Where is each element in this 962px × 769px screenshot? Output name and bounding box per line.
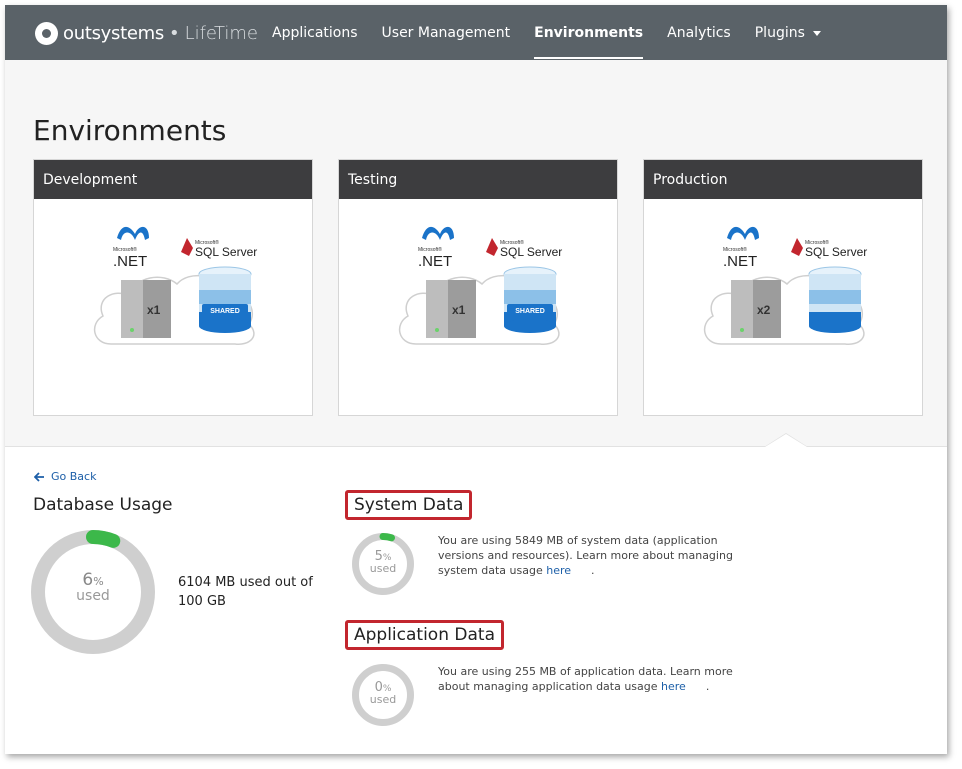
application-data-used-label: used [369,693,397,706]
go-back-label: Go Back [51,470,97,483]
server-led [740,328,744,332]
environment-card-title: Development [34,160,312,199]
application-data-gauge-label: 0% used [352,680,414,706]
sql-server-logo-icon [181,238,193,256]
shared-badge-label: SHARED [515,308,545,315]
database-band [504,290,556,304]
nav-plugins[interactable]: Plugins [743,5,833,60]
server-count: x2 [757,303,771,317]
nav-analytics[interactable]: Analytics [655,5,743,60]
dotnet-vendor: Microsoft® [723,246,747,253]
system-data-gauge-label: 5% used [352,549,414,575]
environment-infrastructure-illustration: Microsoft® .NET Microsoft® SQL Server x1… [394,218,564,348]
database-band [199,290,251,304]
sql-server-label: SQL Server [805,245,867,259]
database-usage-summary: 6104 MB used out of 100 GB [178,575,313,609]
database-usage-used-label: used [76,588,110,604]
application-data-description: You are using 255 MB of application data… [438,664,738,694]
sql-server-label: SQL Server [500,245,562,259]
logo-separator: • [168,22,180,44]
nav-applications[interactable]: Applications [260,5,370,60]
server-led [435,328,439,332]
database-bottom [809,319,861,333]
server-count: x1 [147,303,161,317]
system-data-description-tail: . [591,564,595,577]
database-usage-gauge-label: 6% used [31,570,155,604]
logo-brand: outsystems [63,22,164,44]
page-title: Environments [33,114,227,147]
nav-plugins-label: Plugins [754,24,805,41]
database-bottom [199,319,251,333]
dotnet-label: .NET [418,253,452,270]
dotnet-vendor: Microsoft® [418,246,442,253]
application-data-learn-more-link[interactable]: here [661,680,686,693]
application-data-description-tail: . [705,680,710,693]
environment-card-development[interactable]: Development Microsoft® .NET Microsoft® S… [33,159,313,416]
sql-server-label: SQL Server [195,245,257,259]
database-band [809,290,861,304]
sql-server-logo-icon [486,238,498,256]
dotnet-label: .NET [113,253,147,270]
nav-environments[interactable]: Environments [522,5,655,60]
logo-product: LifeTime [184,22,258,44]
application-data-description-text: You are using 255 MB of application data… [438,665,733,693]
system-data-used-label: used [369,562,397,575]
selected-card-pointer-fill [765,434,807,447]
sql-server-logo-icon [791,238,803,256]
server-count: x1 [452,303,466,317]
app-window: outsystems • LifeTime Applications User … [5,5,947,754]
server-led [130,328,134,332]
arrow-left-icon [34,471,44,482]
dotnet-logo-icon [117,226,149,240]
shared-badge-label: SHARED [210,308,240,315]
chevron-down-icon [812,31,821,36]
nav-user-management[interactable]: User Management [370,5,523,60]
environment-infrastructure-illustration: Microsoft® .NET Microsoft® SQL Server x2 [699,218,869,348]
dotnet-label: .NET [723,253,757,270]
dotnet-logo-icon [727,226,759,240]
lifetime-logo[interactable]: outsystems • LifeTime [35,21,258,45]
outsystems-logo-icon [35,21,58,45]
system-data-title: System Data [345,490,473,520]
environment-card-production[interactable]: Production Microsoft® .NET Microsoft® SQ… [643,159,923,416]
environment-card-title: Testing [339,160,617,199]
go-back-link[interactable]: Go Back [34,470,96,483]
dotnet-logo-icon [422,226,454,240]
main-nav: Applications User Management Environment… [260,5,833,60]
top-navigation-bar: outsystems • LifeTime Applications User … [5,5,947,60]
environment-infrastructure-illustration: Microsoft® .NET Microsoft® SQL Server x1… [89,218,259,348]
database-usage-percent: 6% [82,570,104,590]
system-data-description-text: You are using 5849 MB of system data (ap… [438,534,733,577]
environment-card-title: Production [644,160,922,199]
database-usage-title: Database Usage [33,495,173,515]
system-data-learn-more-link[interactable]: here [546,564,571,577]
application-data-title: Application Data [345,620,504,650]
environment-card-testing[interactable]: Testing Microsoft® .NET Microsoft® SQL S… [338,159,618,416]
dotnet-vendor: Microsoft® [113,246,137,253]
database-bottom [504,319,556,333]
system-data-description: You are using 5849 MB of system data (ap… [438,533,738,578]
